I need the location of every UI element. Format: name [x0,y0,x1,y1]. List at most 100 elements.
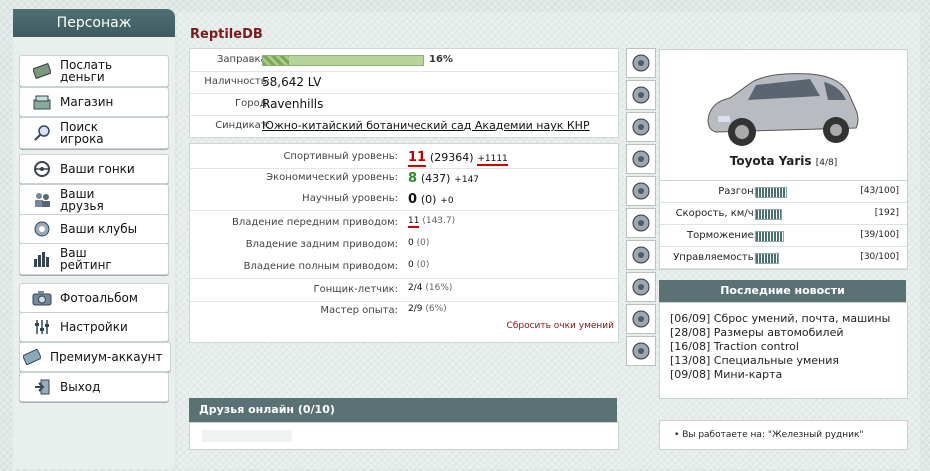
search-player-button[interactable]: Поиск игрока [19,117,169,149]
car-title: Toyota Yaris [4/8] [660,154,907,168]
rating-icon [32,250,52,268]
exit-button[interactable]: Выход [19,372,169,402]
friends-online-header: Друзья онлайн (0/10) [189,398,617,422]
sport-level-value: 11 (29364) +1111 [408,150,508,167]
wing-icon[interactable] [626,144,656,174]
syndicate-row: Синдикат: Южно-китайский ботанический са… [190,115,618,137]
tire-icon[interactable] [626,80,656,110]
settings-label: Настройки [60,320,128,334]
your-friends-button[interactable]: Ваши друзья [19,184,169,216]
sport-level-number: 11 [408,150,427,167]
sci-level-points: (0) [420,193,437,206]
photo-album-button[interactable]: Фотоальбом [19,283,169,313]
city-value: Ravenhills [262,97,324,111]
car-stat-label: Разгон: [718,186,757,197]
news-item[interactable]: [09/08] Мини-карта [670,368,907,382]
racer-skill-label: Гонщик-летчик: [313,284,398,295]
premium-account-button[interactable]: Премиум-аккаунт [19,342,171,372]
shop-button[interactable]: Магазин [19,87,169,117]
fuel-row: Заправка: 16% [190,49,618,72]
brake-icon[interactable] [626,304,656,334]
news-item[interactable]: [28/08] Размеры автомобилей [670,326,907,340]
exit-icon [32,378,52,396]
car-stat-label: Управляемость: [673,252,757,263]
premium-account-label: Премиум-аккаунт [50,350,163,364]
pipe-icon[interactable] [626,112,656,142]
reset-skills-link[interactable]: Сбросить очки умений [507,321,614,331]
syndicate-link[interactable]: Южно-китайский ботанический сад Академии… [262,119,590,132]
settings-button[interactable]: Настройки [19,312,169,342]
sport-level-delta: +1111 [477,154,508,166]
work-text: Вы работаете на: "Железный рудник" [682,430,864,440]
sport-level-label: Спортивный уровень: [283,151,398,162]
master-skill-label: Мастер опыта: [320,305,398,316]
front-drive-value: 11 (143.7) [408,216,456,228]
rear-drive-number: 0 [408,238,414,248]
front-drive-points: (143.7) [422,216,456,226]
shop-label: Магазин [60,95,114,109]
character-tab[interactable]: Персонаж [13,9,175,37]
suspension-icon[interactable] [626,272,656,302]
rear-drive-label: Владение задним приводом: [245,239,398,250]
your-friends-label: Ваши друзья [60,187,104,213]
photo-album-label: Фотоальбом [60,291,138,305]
send-money-button[interactable]: Послать деньги [19,55,169,87]
news-list: [06/09] Сброс умений, почта, машины [28/0… [660,303,907,382]
your-races-button[interactable]: Ваши гонки [19,154,169,184]
news-item[interactable]: [16/08] Traction control [670,340,907,354]
sport-level-points: (29364) [429,151,474,164]
sport-level-row: Спортивный уровень: 11 (29364) +1111 [190,146,618,169]
econ-level-label: Экономический уровень: [266,172,398,183]
car-stat-row: Разгон: [43/100] [660,181,907,203]
fuel-value: 16% [429,54,453,65]
settings-icon [32,318,52,336]
car-stat-row: Скорость, км/ч: [192] [660,203,907,225]
your-rating-button[interactable]: Ваш рейтинг [19,243,169,275]
levels-table: Спортивный уровень: 11 (29364) +1111 Эко… [189,143,619,343]
car-stat-bar [755,209,782,220]
econ-level-value: 8 (437) +147 [408,171,479,186]
news-item[interactable]: [06/09] Сброс умений, почта, машины [670,312,907,326]
car-stat-value: [30/100] [860,252,899,262]
exit-label: Выход [60,380,101,394]
gauge-icon[interactable] [626,176,656,206]
your-clubs-label: Ваши клубы [60,222,138,236]
car-stat-bar [755,253,779,264]
econ-level-delta: +147 [454,175,480,185]
news-header: Последние новости [659,280,906,302]
search-player-label: Поиск игрока [60,120,104,146]
premium-icon [22,348,42,366]
car-stat-label: Торможение: [687,230,757,241]
nitro-icon[interactable] [626,336,656,366]
car-stat-value: [39/100] [860,230,899,240]
player-name: ReptileDB [190,27,263,42]
full-drive-value: 0 (0) [408,260,429,270]
gears-icon[interactable] [626,208,656,238]
news-item[interactable]: [13/08] Специальные умения [670,354,907,368]
car-image [707,73,859,146]
full-drive-points: (0) [416,260,430,270]
master-skill-number: 2/9 [408,304,423,314]
full-drive-row: Владение полным приводом: 0 (0) [190,256,618,279]
sci-level-delta: +0 [440,196,454,206]
car-stat-row: Управляемость: [30/100] [660,247,907,269]
your-clubs-button[interactable]: Ваши клубы [19,214,169,244]
exhaust-icon[interactable] [626,48,656,78]
front-drive-row: Владение передним приводом: 11 (143.7) [190,212,618,234]
camera-icon [32,289,52,307]
master-skill-value: 2/9 (6%) [408,304,447,314]
turbo-icon[interactable] [626,240,656,270]
sci-level-value: 0 (0) +0 [408,192,454,207]
racer-skill-number: 2/4 [408,283,423,293]
profile-info-table: Заправка: 16% Наличность: 58,642 LV Горо… [189,48,619,138]
your-races-label: Ваши гонки [60,162,135,176]
racer-skill-value: 2/4 (16%) [408,283,452,293]
car-stat-row: Торможение: [39/100] [660,225,907,247]
friends-online-title: Друзья онлайн (0/10) [199,403,335,416]
city-row: Город: Ravenhills [190,93,618,116]
econ-level-row: Экономический уровень: 8 (437) +147 [190,167,618,189]
send-money-label: Послать деньги [60,58,113,84]
master-skill-pct: (6%) [425,304,447,314]
fuel-bar [262,55,424,66]
car-stats-table: Разгон: [43/100] Скорость, км/ч: [192] Тормо… [659,180,908,270]
